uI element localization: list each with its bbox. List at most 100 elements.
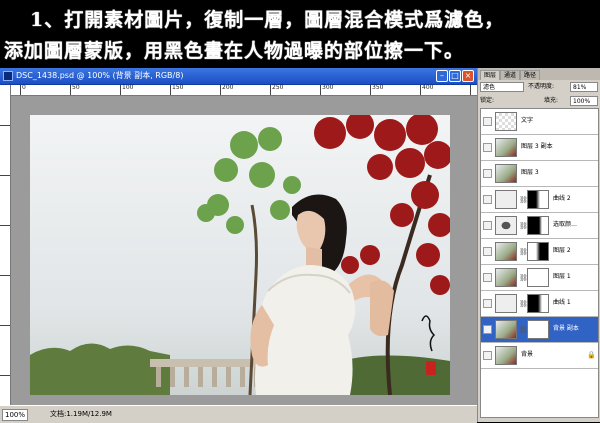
fill-field[interactable]: 100% xyxy=(570,96,598,106)
layer-name: 图层 3 xyxy=(521,169,539,176)
panel-tabs: 图层 通道 路径 xyxy=(478,68,600,80)
layer-3[interactable]: 图层 3 xyxy=(481,161,598,187)
visibility-toggle[interactable] xyxy=(483,247,492,256)
visibility-toggle[interactable] xyxy=(483,143,492,152)
layer-thumbnail xyxy=(495,320,517,339)
ruler-tick xyxy=(220,85,221,95)
layer-mask-thumbnail xyxy=(527,320,549,339)
ruler-tick xyxy=(0,125,10,126)
layer-mask-thumbnail xyxy=(527,216,549,235)
ruler-tick xyxy=(120,85,121,95)
layer-name: 图层 2 xyxy=(553,247,571,254)
layer-1[interactable]: ⛓ 图层 1 xyxy=(481,265,598,291)
layer-curves-2[interactable]: ⛓ 曲线 2 xyxy=(481,187,598,213)
blend-options: 滤色 不透明度: 81% xyxy=(480,82,600,94)
ruler-tick xyxy=(370,85,371,95)
ruler-tick xyxy=(470,85,471,95)
maximize-button[interactable]: □ xyxy=(449,70,461,82)
layer-background-copy[interactable]: ⛓ 背景 副本 xyxy=(481,317,598,343)
visibility-toggle[interactable] xyxy=(483,169,492,178)
visibility-toggle[interactable] xyxy=(483,117,492,126)
layer-name: 选取颜… xyxy=(553,221,578,228)
ruler-label: 300 xyxy=(322,84,334,91)
visibility-toggle[interactable] xyxy=(483,221,492,230)
selective-color-icon xyxy=(495,216,517,235)
lock-options: 锁定: 填充: 100% xyxy=(480,96,600,108)
ruler-label: 250 xyxy=(272,84,284,91)
ruler-tick xyxy=(0,175,10,176)
visibility-toggle[interactable] xyxy=(483,351,492,360)
ruler-tick xyxy=(0,375,10,376)
opacity-label: 不透明度: xyxy=(528,83,555,90)
ruler-tick xyxy=(70,85,71,95)
layer-name: 图层 3 副本 xyxy=(521,143,553,150)
document-title: DSC_1438.psd @ 100% (背景 副本, RGB/8) xyxy=(16,71,184,80)
layers-list: 文字 图层 3 副本 图层 3 ⛓ 曲线 2 ⛓ 选取颜… ⛓ 图层 2 ⛓ 图… xyxy=(480,108,599,418)
layer-curves-1[interactable]: ⛓ 曲线 1 xyxy=(481,291,598,317)
curves-adjustment-icon xyxy=(495,294,517,313)
instruction-line-2: 添加圖層蒙版，用黑色畫在人物過曝的部位擦一下。 xyxy=(4,40,465,62)
ruler-label: 100 xyxy=(122,84,134,91)
layer-3-copy[interactable]: 图层 3 副本 xyxy=(481,135,598,161)
tab-channels[interactable]: 通道 xyxy=(500,70,521,80)
layer-2[interactable]: ⛓ 图层 2 xyxy=(481,239,598,265)
ruler-tick xyxy=(420,85,421,95)
ruler-label: 50 xyxy=(72,84,80,91)
curves-adjustment-icon xyxy=(495,190,517,209)
layer-name: 文字 xyxy=(521,117,534,124)
zoom-field[interactable]: 100% xyxy=(2,409,28,421)
layer-name: 图层 1 xyxy=(553,273,571,280)
layer-selective-color[interactable]: ⛓ 选取颜… xyxy=(481,213,598,239)
tab-layers[interactable]: 图层 xyxy=(480,70,501,80)
ruler-label: 0 xyxy=(22,84,26,91)
horizontal-ruler[interactable]: 0 50 100 150 200 250 300 350 400 xyxy=(10,85,477,96)
layer-thumbnail xyxy=(495,164,517,183)
ruler-label: 200 xyxy=(222,84,234,91)
layer-thumbnail xyxy=(495,346,517,365)
photoshop-icon xyxy=(3,71,13,81)
ruler-tick xyxy=(170,85,171,95)
canvas-area[interactable] xyxy=(11,96,477,405)
blend-mode-select[interactable]: 滤色 xyxy=(480,82,524,92)
visibility-toggle[interactable] xyxy=(483,195,492,204)
vertical-ruler[interactable] xyxy=(0,85,11,405)
layer-name: 背景 xyxy=(521,351,534,358)
close-button[interactable]: × xyxy=(462,70,474,82)
fill-label: 填充: xyxy=(544,97,559,104)
ruler-tick xyxy=(0,275,10,276)
ruler-label: 150 xyxy=(172,84,184,91)
layer-thumbnail xyxy=(495,138,517,157)
instruction-line-1: 1、打開素材圖片，復制一層，圖層混合模式爲濾色， xyxy=(30,9,505,31)
document-size: 文档:1.19M/12.9M xyxy=(50,410,112,418)
layer-name: 曲线 1 xyxy=(553,299,571,306)
layer-background[interactable]: 背景 🔒 xyxy=(481,343,598,369)
visibility-toggle[interactable] xyxy=(483,325,492,334)
layer-name: 背景 副本 xyxy=(553,325,579,332)
opacity-field[interactable]: 81% xyxy=(570,82,598,92)
ruler-tick xyxy=(270,85,271,95)
layer-thumbnail xyxy=(495,112,517,131)
ruler-tick xyxy=(320,85,321,95)
document-window: DSC_1438.psd @ 100% (背景 副本, RGB/8) – □ ×… xyxy=(0,68,477,423)
layer-mask-thumbnail xyxy=(527,242,549,261)
layer-text[interactable]: 文字 xyxy=(481,109,598,135)
layer-thumbnail xyxy=(495,242,517,261)
photo-canvas[interactable] xyxy=(30,115,450,395)
ruler-label: 350 xyxy=(372,84,384,91)
visibility-toggle[interactable] xyxy=(483,273,492,282)
ruler-label: 400 xyxy=(422,84,434,91)
ruler-tick xyxy=(0,325,10,326)
ruler-tick xyxy=(20,85,21,95)
layer-mask-thumbnail xyxy=(527,268,549,287)
lock-label: 锁定: xyxy=(480,97,495,104)
visibility-toggle[interactable] xyxy=(483,299,492,308)
layer-thumbnail xyxy=(495,268,517,287)
minimize-button[interactable]: – xyxy=(436,70,448,82)
status-bar: 100% 文档:1.19M/12.9M xyxy=(0,405,477,423)
portrait-photo xyxy=(30,115,450,395)
tab-paths[interactable]: 路径 xyxy=(520,70,541,80)
document-title-bar[interactable]: DSC_1438.psd @ 100% (背景 副本, RGB/8) – □ × xyxy=(0,68,477,85)
ruler-tick xyxy=(0,225,10,226)
layer-name: 曲线 2 xyxy=(553,195,571,202)
lock-icon: 🔒 xyxy=(587,351,596,359)
